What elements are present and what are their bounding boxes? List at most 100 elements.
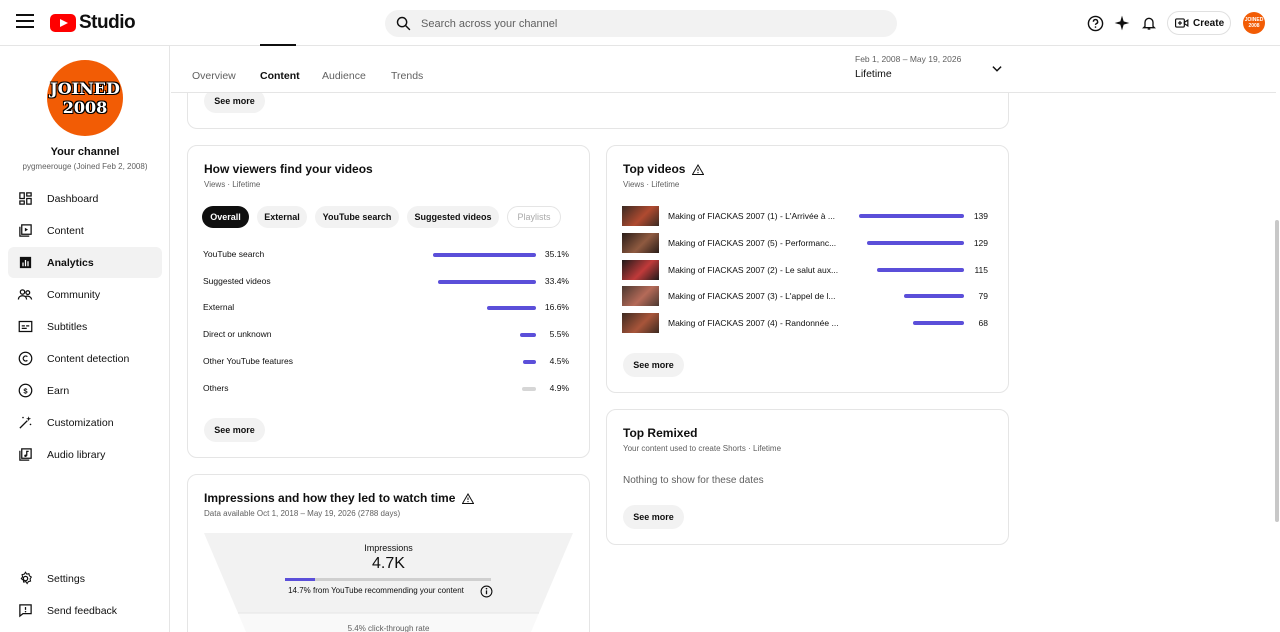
dollar-icon: $ <box>17 383 33 399</box>
channel-avatar[interactable]: JOINED 2008 <box>47 60 123 136</box>
sidebar-item-label: Customization <box>47 416 114 429</box>
top-video-row[interactable]: Making of FIACKAS 2007 (3) - L'appel de … <box>622 286 990 307</box>
top-video-row[interactable]: Making of FIACKAS 2007 (5) - Performanc.… <box>622 232 990 253</box>
video-views-bar <box>866 240 964 245</box>
date-period-label[interactable]: Lifetime <box>855 68 892 80</box>
sidebar-item-label: Earn <box>47 384 70 397</box>
search-icon <box>396 16 411 31</box>
traffic-source-row[interactable]: Suggested videos 33.4% <box>203 275 569 289</box>
tab-trends[interactable]: Trends <box>391 70 423 82</box>
filter-external[interactable]: External <box>257 206 307 228</box>
video-title[interactable]: Making of FIACKAS 2007 (5) - Performanc.… <box>668 238 843 248</box>
sidebar-item-label: Community <box>47 288 101 301</box>
sidebar-item-label: Settings <box>47 572 85 585</box>
traffic-source-bar <box>487 306 536 311</box>
create-video-icon <box>1175 18 1189 28</box>
traffic-source-bar <box>519 333 536 338</box>
chevron-down-icon[interactable] <box>990 62 1004 76</box>
sidebar-item-subtitles[interactable]: Subtitles <box>8 311 162 342</box>
card-subtitle: Data available Oct 1, 2018 – May 19, 202… <box>204 509 401 518</box>
recommend-track <box>285 578 491 581</box>
sidebar-item-send-feedback[interactable]: Send feedback <box>8 595 162 626</box>
sparkle-icon[interactable] <box>1112 13 1132 33</box>
top-video-row[interactable]: Making of FIACKAS 2007 (2) - Le salut au… <box>622 259 990 280</box>
traffic-source-row[interactable]: Other YouTube features 4.5% <box>203 355 569 369</box>
top-video-row[interactable]: Making of FIACKAS 2007 (1) - L'Arrivée à… <box>622 206 990 226</box>
top-header: Studio Create JOINED 2008 <box>0 0 1280 46</box>
active-tab-indicator <box>260 44 296 46</box>
sidebar-item-community[interactable]: Community <box>8 279 162 310</box>
sidebar-item-dashboard[interactable]: Dashboard <box>8 183 162 214</box>
see-more-button[interactable]: See more <box>204 418 265 442</box>
studio-logo[interactable]: Studio <box>50 12 136 34</box>
tab-content[interactable]: Content <box>260 70 300 82</box>
menu-icon[interactable] <box>16 14 34 32</box>
sidebar: JOINED 2008 Your channel pygmeerouge (Jo… <box>0 46 170 632</box>
see-more-button[interactable]: See more <box>623 353 684 377</box>
youtube-logo-icon <box>50 14 76 32</box>
subtitles-icon <box>17 319 33 335</box>
video-title[interactable]: Making of FIACKAS 2007 (1) - L'Arrivée à… <box>668 211 843 221</box>
filter-suggested-videos[interactable]: Suggested videos <box>407 206 499 228</box>
notifications-bell-icon[interactable] <box>1139 13 1159 33</box>
filter-overall[interactable]: Overall <box>202 206 249 228</box>
filter-youtube-search[interactable]: YouTube search <box>315 206 399 228</box>
video-views-bar <box>912 321 964 326</box>
sidebar-item-settings[interactable]: Settings <box>8 563 162 594</box>
video-thumbnail[interactable] <box>622 259 659 280</box>
video-thumbnail[interactable] <box>622 232 659 253</box>
card-title-wrap: Impressions and how they led to watch ti… <box>204 491 475 505</box>
traffic-source-row[interactable]: External 16.6% <box>203 301 569 315</box>
sidebar-item-analytics[interactable]: Analytics <box>8 247 162 278</box>
analytics-tabs-bar: Overview Content Audience Trends <box>171 46 1276 93</box>
card-title: Impressions and how they led to watch ti… <box>204 491 456 505</box>
help-icon[interactable] <box>1085 13 1105 33</box>
video-thumbnail[interactable] <box>622 286 659 307</box>
sidebar-item-content[interactable]: Content <box>8 215 162 246</box>
analytics-icon <box>17 255 33 271</box>
sidebar-item-label: Dashboard <box>47 192 99 205</box>
video-thumbnail[interactable] <box>622 313 659 334</box>
video-views-bar <box>859 214 964 218</box>
sidebar-item-content-detection[interactable]: Content detection <box>8 343 162 374</box>
sidebar-item-customization[interactable]: Customization <box>8 407 162 438</box>
video-title[interactable]: Making of FIACKAS 2007 (4) - Randonnée .… <box>668 318 843 328</box>
scrollbar-thumb[interactable] <box>1275 220 1279 522</box>
logo-text: Studio <box>79 12 136 33</box>
account-avatar[interactable]: JOINED 2008 <box>1243 12 1265 34</box>
top-video-row[interactable]: Making of FIACKAS 2007 (4) - Randonnée .… <box>622 313 990 334</box>
traffic-source-row[interactable]: Others 4.9% <box>203 382 569 396</box>
traffic-source-row[interactable]: Direct or unknown 5.5% <box>203 328 569 342</box>
video-title[interactable]: Making of FIACKAS 2007 (3) - L'appel de … <box>668 291 843 301</box>
dashboard-icon <box>17 191 33 207</box>
content-icon <box>17 223 33 239</box>
filter-playlists[interactable]: Playlists <box>507 206 561 228</box>
card-title: Top Remixed <box>623 426 698 440</box>
date-range[interactable]: Feb 1, 2008 – May 19, 2026 <box>855 54 961 64</box>
tab-audience[interactable]: Audience <box>322 70 366 82</box>
warning-icon[interactable] <box>462 492 475 504</box>
traffic-source-label: YouTube search <box>203 249 265 259</box>
video-title[interactable]: Making of FIACKAS 2007 (2) - Le salut au… <box>668 265 843 275</box>
video-views-count: 68 <box>978 318 988 329</box>
magic-wand-icon <box>17 415 33 431</box>
warning-icon[interactable] <box>692 163 705 175</box>
create-label: Create <box>1193 17 1225 29</box>
sidebar-item-earn[interactable]: $ Earn <box>8 375 162 406</box>
info-icon[interactable] <box>480 585 493 598</box>
audio-library-icon <box>17 447 33 463</box>
sidebar-item-label: Analytics <box>47 256 94 269</box>
sidebar-item-label: Audio library <box>47 448 106 461</box>
traffic-source-label: Direct or unknown <box>203 329 272 340</box>
create-button[interactable]: Create <box>1167 11 1231 35</box>
card-subtitle: Your content used to create Shorts · Lif… <box>623 444 782 453</box>
video-thumbnail[interactable] <box>622 206 659 226</box>
search-bar[interactable] <box>385 10 897 37</box>
see-more-button[interactable]: See more <box>623 505 684 529</box>
search-input[interactable] <box>421 13 861 34</box>
traffic-source-row[interactable]: YouTube search 35.1% <box>203 248 569 262</box>
sidebar-item-audio-library[interactable]: Audio library <box>8 439 162 470</box>
tab-overview[interactable]: Overview <box>192 70 236 82</box>
traffic-source-bar <box>437 279 536 284</box>
sidebar-item-label: Content detection <box>47 352 130 365</box>
